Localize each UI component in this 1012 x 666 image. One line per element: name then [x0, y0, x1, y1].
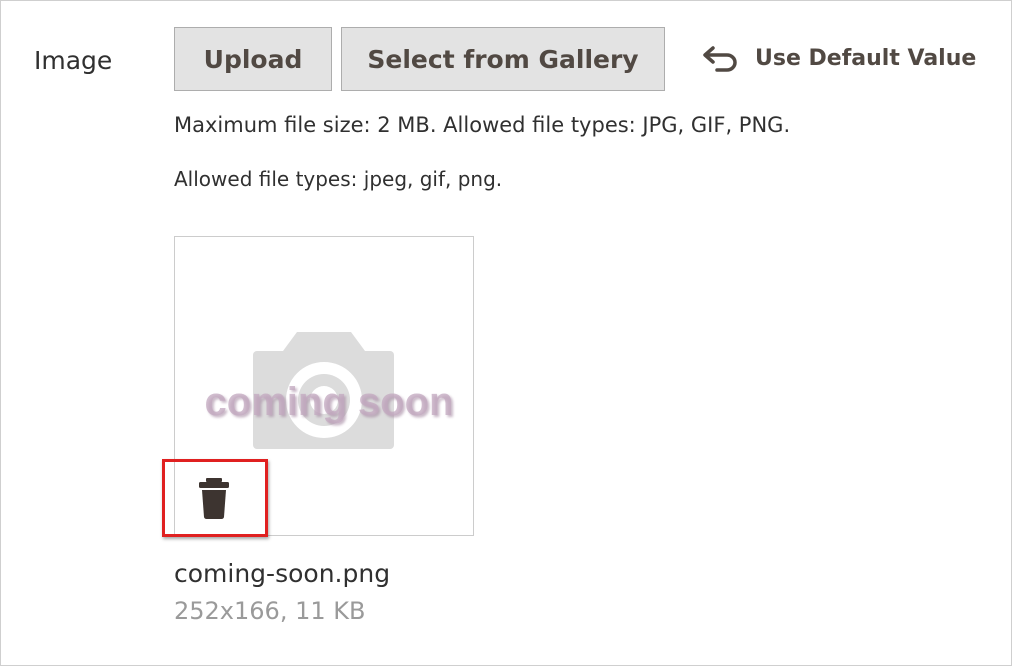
placeholder-text-overlay: coming soon [205, 380, 454, 424]
file-meta: 252x166, 11 KB [174, 597, 366, 625]
file-name: coming-soon.png [174, 559, 391, 588]
use-default-value-link[interactable]: Use Default Value [703, 44, 976, 72]
upload-button[interactable]: Upload [174, 27, 332, 91]
trash-icon[interactable] [197, 478, 231, 520]
use-default-value-label: Use Default Value [755, 45, 977, 71]
field-label: Image [34, 46, 113, 75]
undo-arrow-icon [703, 46, 737, 72]
max-file-size-note: Maximum file size: 2 MB. Allowed file ty… [174, 113, 791, 137]
select-from-gallery-button[interactable]: Select from Gallery [341, 27, 665, 91]
allowed-types-note: Allowed file types: jpeg, gif, png. [174, 167, 503, 191]
image-field-panel [0, 0, 1012, 666]
delete-highlight-box [162, 459, 268, 537]
